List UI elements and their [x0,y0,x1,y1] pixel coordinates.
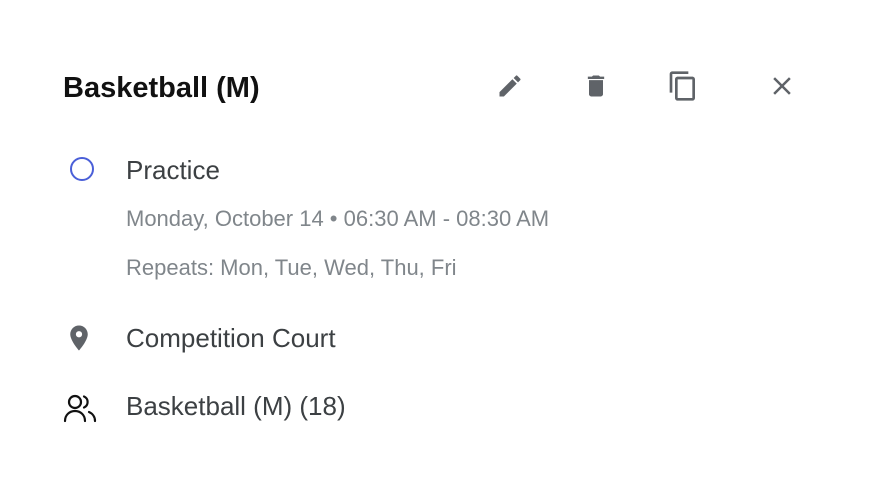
event-location: Competition Court [126,323,336,353]
event-recurrence: Repeats: Mon, Tue, Wed, Thu, Fri [126,255,457,280]
event-title: Basketball (M) [63,72,260,104]
delete-button[interactable] [574,64,618,108]
event-type: Practice [126,155,220,185]
close-button[interactable] [760,64,804,108]
trash-icon [587,75,605,97]
edit-button[interactable] [488,64,532,108]
people-icon [61,391,99,425]
event-datetime: Monday, October 14 • 06:30 AM - 08:30 AM [126,206,550,231]
pencil-icon [499,75,521,97]
copy-icon [669,71,695,101]
event-group: Basketball (M) (18) [126,391,346,421]
copy-button[interactable] [661,64,705,108]
event-details-card: Basketball (M) Practice Monday, October … [0,0,874,504]
location-pin-icon [63,322,95,354]
circle-outline-icon [68,155,96,183]
close-icon [773,77,791,95]
